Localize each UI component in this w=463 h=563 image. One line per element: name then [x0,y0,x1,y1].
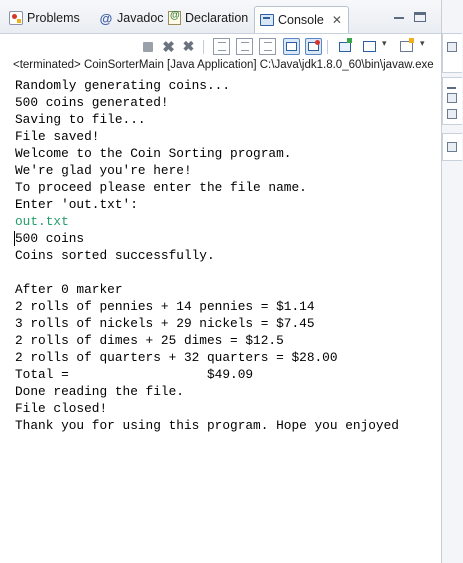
terminate-button[interactable] [139,38,156,55]
console-output-line: File saved! [15,129,100,144]
display-console-button[interactable] [361,38,378,55]
tab-label: Console [278,13,324,27]
scroll-lock-button[interactable] [236,38,253,55]
view-tab-bar: Problems @ Javadoc Declaration Console ✕ [0,0,441,34]
remove-launch-button[interactable]: ✖ [160,38,177,56]
word-wrap-button[interactable] [259,38,276,55]
at-icon: @ [99,10,113,26]
console-output-line: Enter 'out.txt': [15,197,138,212]
minimize-view-button[interactable] [394,12,404,19]
console-toolbar: ✖ ✖ ▾ ▾ [0,34,441,58]
close-tab-icon[interactable]: ✕ [332,13,342,27]
console-output-line: Coins sorted successfully. [15,248,215,263]
chevron-down-icon[interactable]: ▾ [382,38,387,49]
outline-view-icon[interactable] [447,109,457,119]
tab-javadoc[interactable]: @ Javadoc [99,7,164,29]
console-output-line: 500 coins [15,231,85,246]
toolbar-separator [327,40,328,54]
task-list-icon[interactable] [447,93,457,103]
open-console-button[interactable] [398,38,415,55]
trim-stack-top [442,33,462,73]
tab-label: Declaration [185,11,249,25]
console-output-line: Thank you for using this program. Hope y… [15,418,399,433]
console-output-line: Done reading the file. [15,384,184,399]
trim-stack-middle [442,77,462,125]
console-icon [260,14,274,26]
minimize-icon[interactable] [447,81,456,89]
console-output[interactable]: Randomly generating coins... 500 coins ge… [15,77,439,434]
problems-icon [9,11,23,25]
pin-console-button[interactable] [336,38,353,55]
console-output-line: 500 coins generated! [15,95,169,110]
console-input-line: out.txt [15,214,69,229]
console-output-line: We're glad you're here! [15,163,192,178]
tab-label: Problems [27,11,80,25]
trim-stack-bottom [442,133,462,161]
right-trim-stack [442,0,463,563]
clear-console-button[interactable] [213,38,230,55]
console-output-line: Welcome to the Coin Sorting program. [15,146,292,161]
remove-all-terminated-button[interactable]: ✖ [180,38,197,55]
outline-icon[interactable] [447,42,457,52]
show-on-stderr-button[interactable] [305,38,322,55]
console-output-line: 2 rolls of dimes + 25 dimes = $12.5 [15,333,284,348]
tab-label: Javadoc [117,11,164,25]
declaration-icon [168,10,181,25]
console-output-line: File closed! [15,401,108,416]
tab-console[interactable]: Console ✕ [254,6,349,33]
console-view: Problems @ Javadoc Declaration Console ✕… [0,0,442,563]
text-caret [14,231,15,246]
maximize-view-button[interactable] [414,12,426,22]
show-on-stdout-button[interactable] [283,38,300,55]
tab-problems[interactable]: Problems [9,7,80,29]
toolbar-separator [203,40,204,54]
console-output-line [15,264,439,281]
console-output-line: Total = $49.09 [15,367,254,382]
process-status-label: <terminated> CoinSorterMain [Java Applic… [13,59,434,71]
chevron-down-icon[interactable]: ▾ [420,38,425,49]
console-output-line: To proceed please enter the file name. [15,180,307,195]
console-output-line: After 0 marker [15,282,123,297]
tab-declaration[interactable]: Declaration [168,7,248,29]
console-output-line: Saving to file... [15,112,146,127]
console-output-line: 2 rolls of quarters + 32 quarters = $28.… [15,350,338,365]
console-output-line: Randomly generating coins... [15,78,231,93]
properties-icon[interactable] [447,142,457,152]
console-output-line: 2 rolls of pennies + 14 pennies = $1.14 [15,299,315,314]
console-output-line: 3 rolls of nickels + 29 nickels = $7.45 [15,316,315,331]
